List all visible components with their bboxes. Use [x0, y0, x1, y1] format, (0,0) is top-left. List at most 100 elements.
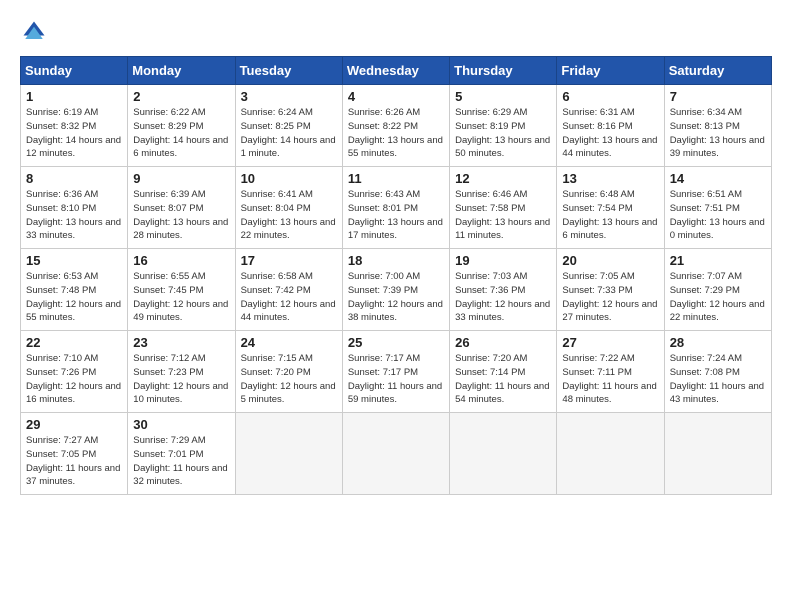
day-number: 7: [670, 89, 766, 104]
daylight: Daylight: 13 hours and 17 minutes.: [348, 217, 443, 242]
daylight: Daylight: 13 hours and 28 minutes.: [133, 217, 228, 242]
sunset: Sunset: 7:36 PM: [455, 285, 525, 296]
calendar-cell: 15 Sunrise: 6:53 AM Sunset: 7:48 PM Dayl…: [21, 249, 128, 331]
day-info: Sunrise: 6:53 AM Sunset: 7:48 PM Dayligh…: [26, 270, 122, 325]
sunrise: Sunrise: 6:41 AM: [241, 189, 313, 200]
sunrise: Sunrise: 6:55 AM: [133, 271, 205, 282]
daylight: Daylight: 13 hours and 0 minutes.: [670, 217, 765, 242]
calendar-cell: 5 Sunrise: 6:29 AM Sunset: 8:19 PM Dayli…: [450, 85, 557, 167]
day-number: 4: [348, 89, 444, 104]
sunset: Sunset: 8:19 PM: [455, 121, 525, 132]
sunset: Sunset: 8:04 PM: [241, 203, 311, 214]
day-number: 20: [562, 253, 658, 268]
day-info: Sunrise: 6:48 AM Sunset: 7:54 PM Dayligh…: [562, 188, 658, 243]
sunrise: Sunrise: 7:15 AM: [241, 353, 313, 364]
sunrise: Sunrise: 7:17 AM: [348, 353, 420, 364]
daylight: Daylight: 13 hours and 33 minutes.: [26, 217, 121, 242]
calendar-cell: 21 Sunrise: 7:07 AM Sunset: 7:29 PM Dayl…: [664, 249, 771, 331]
calendar-body: 1 Sunrise: 6:19 AM Sunset: 8:32 PM Dayli…: [21, 85, 772, 495]
day-info: Sunrise: 6:58 AM Sunset: 7:42 PM Dayligh…: [241, 270, 337, 325]
day-info: Sunrise: 7:22 AM Sunset: 7:11 PM Dayligh…: [562, 352, 658, 407]
day-info: Sunrise: 7:12 AM Sunset: 7:23 PM Dayligh…: [133, 352, 229, 407]
daylight: Daylight: 12 hours and 49 minutes.: [133, 299, 228, 324]
day-info: Sunrise: 7:00 AM Sunset: 7:39 PM Dayligh…: [348, 270, 444, 325]
calendar-cell: 12 Sunrise: 6:46 AM Sunset: 7:58 PM Dayl…: [450, 167, 557, 249]
daylight: Daylight: 11 hours and 54 minutes.: [455, 381, 549, 406]
day-number: 26: [455, 335, 551, 350]
daylight: Daylight: 11 hours and 48 minutes.: [562, 381, 656, 406]
day-info: Sunrise: 7:20 AM Sunset: 7:14 PM Dayligh…: [455, 352, 551, 407]
sunrise: Sunrise: 6:34 AM: [670, 107, 742, 118]
sunset: Sunset: 8:07 PM: [133, 203, 203, 214]
sunrise: Sunrise: 6:22 AM: [133, 107, 205, 118]
sunset: Sunset: 7:29 PM: [670, 285, 740, 296]
day-info: Sunrise: 6:55 AM Sunset: 7:45 PM Dayligh…: [133, 270, 229, 325]
sunset: Sunset: 8:29 PM: [133, 121, 203, 132]
header: [20, 18, 772, 46]
daylight: Daylight: 13 hours and 50 minutes.: [455, 135, 550, 160]
daylight: Daylight: 11 hours and 32 minutes.: [133, 463, 227, 488]
day-number: 1: [26, 89, 122, 104]
calendar: SundayMondayTuesdayWednesdayThursdayFrid…: [20, 56, 772, 495]
sunrise: Sunrise: 7:07 AM: [670, 271, 742, 282]
calendar-cell: 26 Sunrise: 7:20 AM Sunset: 7:14 PM Dayl…: [450, 331, 557, 413]
sunset: Sunset: 8:01 PM: [348, 203, 418, 214]
sunrise: Sunrise: 6:31 AM: [562, 107, 634, 118]
calendar-cell: 23 Sunrise: 7:12 AM Sunset: 7:23 PM Dayl…: [128, 331, 235, 413]
daylight: Daylight: 12 hours and 27 minutes.: [562, 299, 657, 324]
header-row: SundayMondayTuesdayWednesdayThursdayFrid…: [21, 57, 772, 85]
sunrise: Sunrise: 6:36 AM: [26, 189, 98, 200]
sunrise: Sunrise: 6:58 AM: [241, 271, 313, 282]
daylight: Daylight: 14 hours and 12 minutes.: [26, 135, 121, 160]
day-number: 15: [26, 253, 122, 268]
calendar-cell: 6 Sunrise: 6:31 AM Sunset: 8:16 PM Dayli…: [557, 85, 664, 167]
sunrise: Sunrise: 6:53 AM: [26, 271, 98, 282]
calendar-cell: 28 Sunrise: 7:24 AM Sunset: 7:08 PM Dayl…: [664, 331, 771, 413]
sunset: Sunset: 7:05 PM: [26, 449, 96, 460]
calendar-cell: 3 Sunrise: 6:24 AM Sunset: 8:25 PM Dayli…: [235, 85, 342, 167]
sunset: Sunset: 7:01 PM: [133, 449, 203, 460]
header-day-saturday: Saturday: [664, 57, 771, 85]
day-number: 21: [670, 253, 766, 268]
calendar-cell: 19 Sunrise: 7:03 AM Sunset: 7:36 PM Dayl…: [450, 249, 557, 331]
calendar-cell: 11 Sunrise: 6:43 AM Sunset: 8:01 PM Dayl…: [342, 167, 449, 249]
sunrise: Sunrise: 6:26 AM: [348, 107, 420, 118]
calendar-cell: 2 Sunrise: 6:22 AM Sunset: 8:29 PM Dayli…: [128, 85, 235, 167]
sunset: Sunset: 7:17 PM: [348, 367, 418, 378]
sunset: Sunset: 7:54 PM: [562, 203, 632, 214]
sunrise: Sunrise: 6:24 AM: [241, 107, 313, 118]
day-info: Sunrise: 6:43 AM Sunset: 8:01 PM Dayligh…: [348, 188, 444, 243]
sunrise: Sunrise: 7:10 AM: [26, 353, 98, 364]
day-info: Sunrise: 6:24 AM Sunset: 8:25 PM Dayligh…: [241, 106, 337, 161]
daylight: Daylight: 13 hours and 44 minutes.: [562, 135, 657, 160]
calendar-cell: 20 Sunrise: 7:05 AM Sunset: 7:33 PM Dayl…: [557, 249, 664, 331]
logo: [20, 18, 52, 46]
sunset: Sunset: 7:45 PM: [133, 285, 203, 296]
sunrise: Sunrise: 7:03 AM: [455, 271, 527, 282]
sunrise: Sunrise: 7:20 AM: [455, 353, 527, 364]
sunrise: Sunrise: 7:00 AM: [348, 271, 420, 282]
sunset: Sunset: 7:26 PM: [26, 367, 96, 378]
header-day-wednesday: Wednesday: [342, 57, 449, 85]
day-info: Sunrise: 6:29 AM Sunset: 8:19 PM Dayligh…: [455, 106, 551, 161]
calendar-week-3: 15 Sunrise: 6:53 AM Sunset: 7:48 PM Dayl…: [21, 249, 772, 331]
day-info: Sunrise: 6:19 AM Sunset: 8:32 PM Dayligh…: [26, 106, 122, 161]
sunrise: Sunrise: 6:29 AM: [455, 107, 527, 118]
day-info: Sunrise: 6:31 AM Sunset: 8:16 PM Dayligh…: [562, 106, 658, 161]
page: SundayMondayTuesdayWednesdayThursdayFrid…: [0, 0, 792, 612]
calendar-cell: 22 Sunrise: 7:10 AM Sunset: 7:26 PM Dayl…: [21, 331, 128, 413]
daylight: Daylight: 11 hours and 37 minutes.: [26, 463, 120, 488]
day-info: Sunrise: 7:29 AM Sunset: 7:01 PM Dayligh…: [133, 434, 229, 489]
sunset: Sunset: 7:51 PM: [670, 203, 740, 214]
day-number: 30: [133, 417, 229, 432]
calendar-cell: 14 Sunrise: 6:51 AM Sunset: 7:51 PM Dayl…: [664, 167, 771, 249]
daylight: Daylight: 13 hours and 11 minutes.: [455, 217, 550, 242]
header-day-sunday: Sunday: [21, 57, 128, 85]
day-number: 22: [26, 335, 122, 350]
day-number: 14: [670, 171, 766, 186]
day-number: 17: [241, 253, 337, 268]
sunrise: Sunrise: 6:39 AM: [133, 189, 205, 200]
daylight: Daylight: 12 hours and 10 minutes.: [133, 381, 228, 406]
calendar-week-1: 1 Sunrise: 6:19 AM Sunset: 8:32 PM Dayli…: [21, 85, 772, 167]
day-number: 6: [562, 89, 658, 104]
